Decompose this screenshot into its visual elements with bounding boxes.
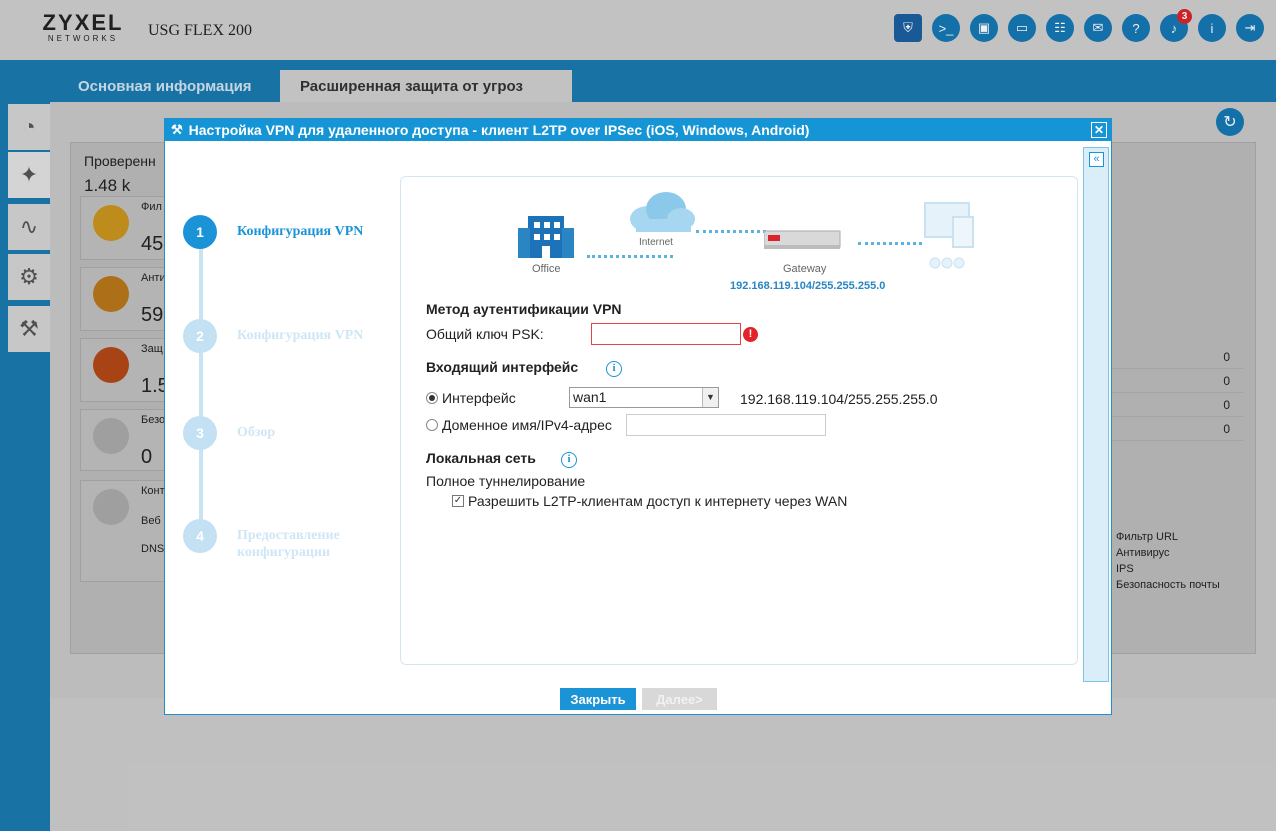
dialog-title: Настройка VPN для удаленного доступа - к… [188, 122, 810, 138]
client-devices-icon [924, 202, 974, 269]
chevron-down-icon: ▼ [702, 388, 718, 407]
step-label: Предоставление конфигурации [237, 528, 340, 560]
step-label: Обзор [237, 425, 276, 440]
iface-radio-label: Интерфейс [442, 390, 516, 406]
lan-info-icon[interactable]: i [561, 452, 577, 468]
wrench-icon: ⚒ [171, 122, 183, 137]
step-2: 2 Конфигурация VPN [183, 319, 367, 353]
step-1: 1 Конфигурация VPN [183, 215, 367, 249]
collapse-icon[interactable]: « [1089, 152, 1104, 167]
side-panel: « [1083, 147, 1109, 682]
step-3: 3 Обзор [183, 416, 367, 450]
client-link [858, 242, 922, 245]
auth-heading: Метод аутентификации VPN [426, 301, 622, 317]
step-number: 2 [183, 319, 217, 353]
psk-label: Общий ключ PSK: [426, 326, 544, 342]
psk-input[interactable] [591, 323, 741, 345]
gateway-label: Gateway [783, 263, 827, 275]
lan-heading: Локальная сеть [426, 450, 536, 466]
vpn-wizard-dialog: ⚒ Настройка VPN для удаленного доступа -… [164, 118, 1112, 715]
close-icon[interactable]: ✕ [1091, 122, 1107, 138]
allow-wan-label: Разрешить L2TP-клиентам доступ к интерне… [468, 493, 848, 509]
step-number: 4 [183, 519, 217, 553]
step-label: Конфигурация VPN [237, 328, 364, 343]
office-building-icon [518, 216, 574, 258]
internet-link [696, 230, 766, 233]
full-tunnel-label: Полное туннелирование [426, 473, 586, 489]
close-button[interactable]: Закрыть [560, 688, 636, 710]
gateway-ip: 192.168.119.104/255.255.255.0 [730, 280, 886, 292]
iface-ip: 192.168.119.104/255.255.255.0 [740, 391, 938, 407]
office-link [587, 255, 673, 258]
step-number: 1 [183, 215, 217, 249]
iface-radio[interactable] [426, 392, 438, 404]
next-button[interactable]: Далее> [642, 688, 717, 710]
step-progress-line [199, 231, 203, 537]
office-label: Office [532, 263, 561, 275]
internet-label: Internet [639, 237, 673, 248]
domain-radio[interactable] [426, 419, 438, 431]
step-4: 4 Предоставление конфигурации [183, 519, 367, 561]
iface-heading: Входящий интерфейс [426, 359, 579, 375]
domain-radio-label: Доменное имя/IPv4-адрес [442, 417, 612, 433]
cloud-icon [630, 192, 695, 232]
iface-select[interactable]: wan1 ▼ [569, 387, 719, 408]
vpn-config-form: Office Internet Gateway 192.168.119.104/… [400, 176, 1078, 665]
error-icon: ! [743, 327, 758, 342]
dialog-titlebar: ⚒ Настройка VPN для удаленного доступа -… [165, 119, 1111, 141]
iface-selected-value: wan1 [573, 389, 607, 405]
iface-info-icon[interactable]: i [606, 361, 622, 377]
domain-input[interactable] [626, 414, 826, 436]
step-label: Конфигурация VPN [237, 224, 364, 239]
allow-wan-checkbox[interactable]: ✓ [452, 495, 464, 507]
step-number: 3 [183, 416, 217, 450]
gateway-device-icon [764, 230, 841, 249]
